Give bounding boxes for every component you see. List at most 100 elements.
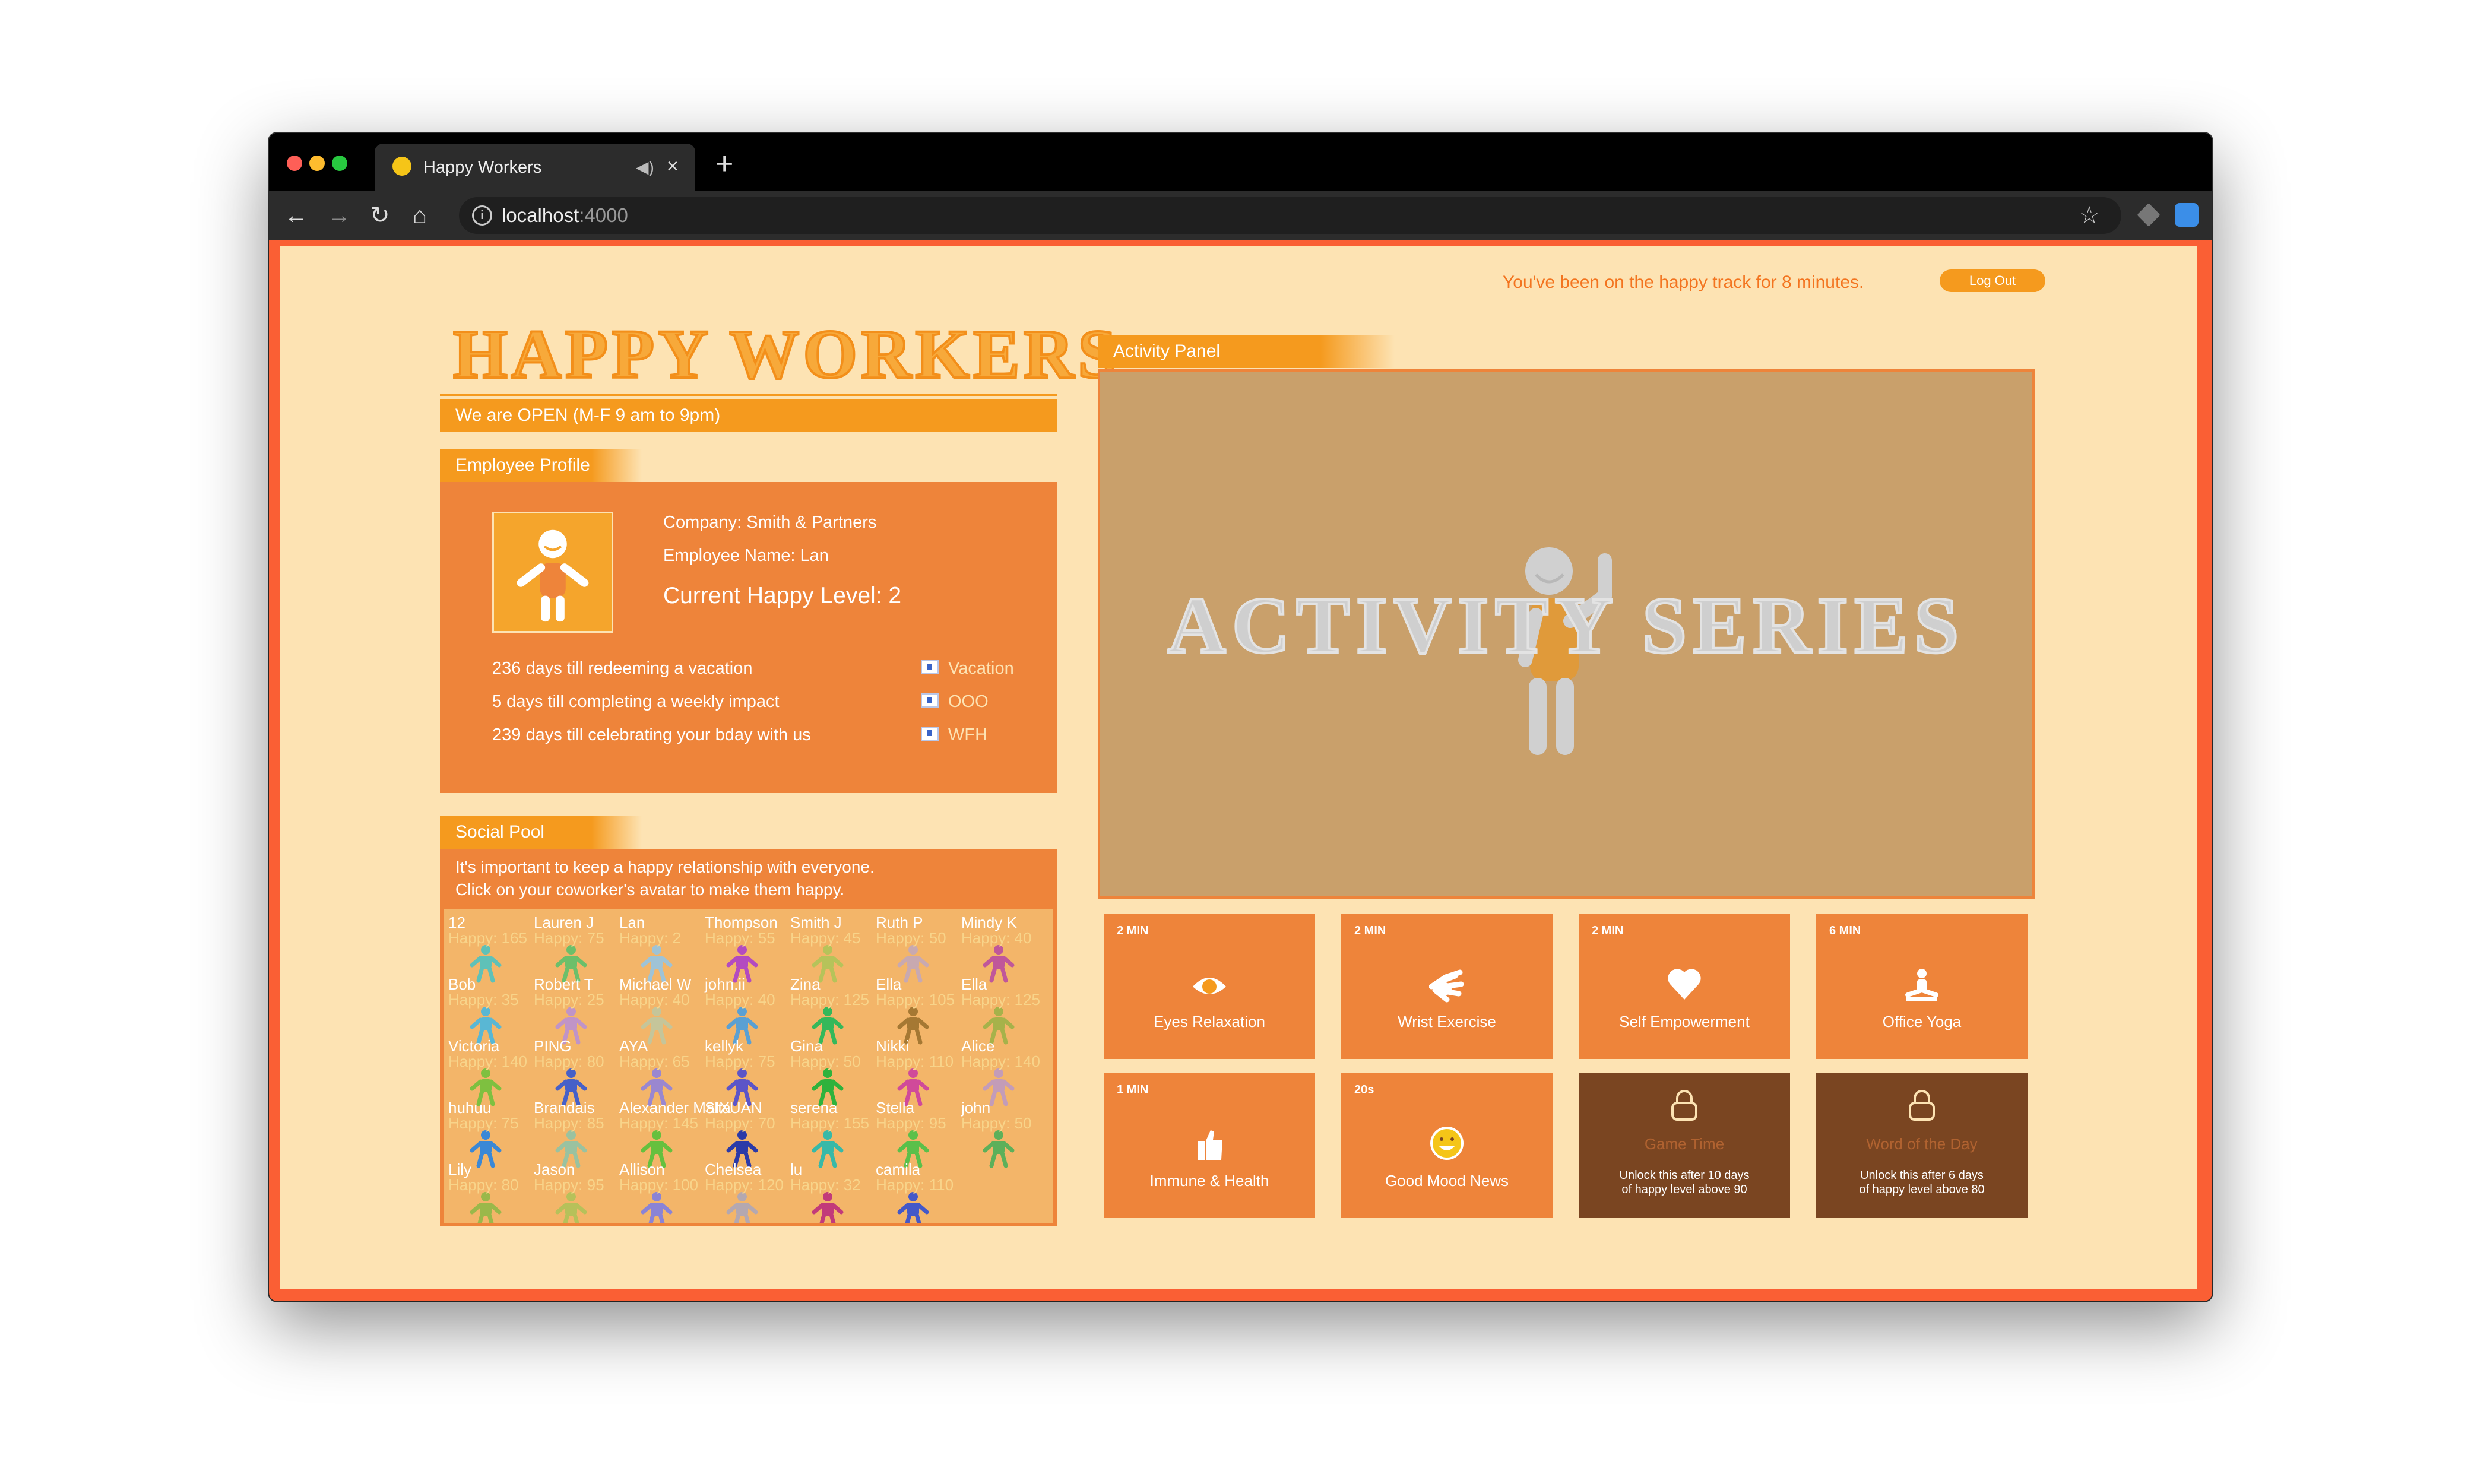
reload-icon[interactable]: ↻ xyxy=(370,201,390,230)
tile-duration: 6 MIN xyxy=(1829,924,1861,937)
coworker-name: Zina xyxy=(790,975,821,993)
coworker-happy-value: Happy: 140 xyxy=(448,1052,527,1070)
tile-game-time-locked[interactable]: Game Time Unlock this after 10 days of h… xyxy=(1579,1073,1790,1218)
wfh-link[interactable]: WFH xyxy=(921,724,987,746)
coworker-happy-value: Happy: 45 xyxy=(790,929,861,947)
coworker-happy-value: Happy: 100 xyxy=(619,1176,698,1194)
coworker-avatar[interactable]: AYA Happy: 65 xyxy=(614,1038,700,1106)
tile-self-empowerment[interactable]: 2 MIN Self Empowerment xyxy=(1579,914,1790,1059)
unlock-line-1: Unlock this after 10 days xyxy=(1619,1169,1750,1182)
coworker-name: huhuu xyxy=(448,1099,492,1117)
home-icon[interactable]: ⌂ xyxy=(413,201,427,230)
url-text[interactable]: localhost:4000 xyxy=(502,204,628,227)
site-info-icon[interactable]: i xyxy=(472,205,492,226)
coworker-avatar[interactable]: Alexander Malta Happy: 145 xyxy=(614,1099,731,1168)
coworker-avatar[interactable]: Bob Happy: 35 xyxy=(444,976,529,1045)
coworker-name: Chelsea xyxy=(705,1160,762,1178)
coworker-avatar[interactable]: kellyk Happy: 75 xyxy=(700,1038,785,1106)
coworker-avatar[interactable]: Michael W Happy: 40 xyxy=(614,976,700,1045)
activity-panel-header: Activity Panel xyxy=(1098,335,1395,368)
employee-avatar xyxy=(492,512,613,633)
tile-label: Game Time xyxy=(1644,1135,1725,1153)
coworker-avatar[interactable]: Allison Happy: 100 xyxy=(614,1161,700,1223)
coworker-avatar[interactable]: lu Happy: 32 xyxy=(785,1161,871,1223)
maximize-window-icon[interactable] xyxy=(332,156,347,171)
tab-close-icon[interactable]: × xyxy=(667,154,679,178)
coworker-happy-value: Happy: 50 xyxy=(790,1052,861,1070)
ooo-link[interactable]: OOO xyxy=(921,691,989,712)
coworker-avatar[interactable]: Thompson Happy: 55 xyxy=(700,914,785,983)
forward-icon[interactable]: → xyxy=(327,201,351,230)
coworker-avatar[interactable]: Smith J Happy: 45 xyxy=(785,914,871,983)
coworker-avatar[interactable]: Lan Happy: 2 xyxy=(614,914,700,983)
coworker-avatar[interactable]: SIXUAN Happy: 70 xyxy=(700,1099,785,1168)
unlock-line-2: of happy level above 90 xyxy=(1621,1183,1747,1196)
new-tab-button[interactable]: + xyxy=(715,148,733,179)
coworker-avatar[interactable]: Victoria Happy: 140 xyxy=(444,1038,529,1106)
tile-eyes-relaxation[interactable]: 2 MIN Eyes Relaxation xyxy=(1104,914,1315,1059)
coworker-avatar[interactable]: Ella Happy: 125 xyxy=(956,976,1042,1045)
tile-duration: 2 MIN xyxy=(1354,924,1386,937)
coworker-name: Mindy K xyxy=(961,914,1017,931)
coworker-name: Robert T xyxy=(534,975,594,993)
vacation-link-label: Vacation xyxy=(948,659,1014,678)
minimize-window-icon[interactable] xyxy=(309,156,325,171)
tile-label: Immune & Health xyxy=(1149,1172,1269,1190)
coworker-name: PING xyxy=(534,1037,572,1055)
coworker-avatar[interactable]: PING Happy: 80 xyxy=(529,1037,614,1106)
coworker-name: Ruth P xyxy=(876,914,923,931)
coworker-happy-value: Happy: 165 xyxy=(448,929,527,947)
coworker-avatar[interactable]: Mindy K Happy: 40 xyxy=(956,914,1042,983)
activity-series-banner: ACTIVITY SERIES xyxy=(1167,580,1965,671)
tile-office-yoga[interactable]: 6 MIN Office Yoga xyxy=(1816,914,2028,1059)
bookmark-star-icon[interactable]: ☆ xyxy=(2079,201,2100,230)
coworker-avatar[interactable]: Jason Happy: 95 xyxy=(529,1161,614,1223)
coworker-avatar[interactable]: Alice Happy: 140 xyxy=(956,1038,1042,1106)
back-icon[interactable]: ← xyxy=(284,201,308,230)
browser-tab[interactable]: Happy Workers ◀) × xyxy=(375,144,695,191)
coworker-name: Gina xyxy=(790,1037,823,1055)
tile-label: Self Empowerment xyxy=(1619,1013,1750,1030)
coworker-name: 12 xyxy=(448,914,465,931)
coworker-avatar[interactable]: Robert T Happy: 25 xyxy=(529,975,614,1045)
close-window-icon[interactable] xyxy=(287,156,302,171)
coworker-happy-value: Happy: 65 xyxy=(619,1052,690,1070)
coworker-happy-value: Happy: 95 xyxy=(876,1114,946,1132)
coworker-avatar[interactable]: 12 Happy: 165 xyxy=(444,914,529,983)
tile-word-of-the-day-locked[interactable]: Word of the Day Unlock this after 6 days… xyxy=(1816,1073,2028,1218)
coworker-avatar[interactable]: Ruth P Happy: 50 xyxy=(871,914,956,983)
coworker-avatar[interactable]: Nikki Happy: 110 xyxy=(871,1038,956,1106)
coworker-avatar[interactable]: Lily Happy: 80 xyxy=(444,1161,529,1223)
coworker-avatar[interactable]: Zina Happy: 125 xyxy=(785,975,871,1045)
drive-extension-icon[interactable] xyxy=(2137,203,2161,227)
vacation-link[interactable]: Vacation xyxy=(921,658,1014,679)
coworker-avatar[interactable]: Chelsea Happy: 120 xyxy=(700,1161,785,1223)
coworker-happy-value: Happy: 120 xyxy=(705,1176,784,1194)
tile-wrist-exercise[interactable]: 2 MIN Wrist Exercise xyxy=(1341,914,1553,1059)
coworker-avatar[interactable]: huhuu Happy: 75 xyxy=(444,1099,529,1168)
coworker-avatar[interactable]: Ella Happy: 105 xyxy=(871,976,956,1045)
tile-good-mood-news[interactable]: 20s Good Mood News xyxy=(1341,1073,1553,1218)
coworker-avatar[interactable]: john Happy: 50 xyxy=(956,1099,1042,1168)
coworker-avatar[interactable]: Gina Happy: 50 xyxy=(785,1037,871,1106)
coworker-avatar[interactable]: Lauren J Happy: 75 xyxy=(529,914,614,983)
page-viewport: You've been on the happy track for 8 min… xyxy=(269,240,2212,1301)
speaker-icon[interactable]: ◀) xyxy=(636,157,654,178)
coworker-avatar[interactable]: serena Happy: 155 xyxy=(785,1099,871,1168)
address-bar[interactable]: i localhost:4000 ☆ xyxy=(459,197,2121,234)
coworker-figure-icon xyxy=(812,1192,844,1223)
page: You've been on the happy track for 8 min… xyxy=(280,246,2197,1289)
coworker-avatar[interactable]: john.ii Happy: 40 xyxy=(700,976,785,1045)
coupon-icon xyxy=(921,727,939,741)
tile-immune-health[interactable]: 1 MIN Immune & Health xyxy=(1104,1073,1315,1218)
coworker-figure-icon xyxy=(641,1192,673,1223)
coworker-avatar[interactable]: Stella Happy: 95 xyxy=(871,1099,956,1168)
coworker-avatar[interactable]: Brandais Happy: 85 xyxy=(529,1099,614,1168)
coworker-happy-value: Happy: 155 xyxy=(790,1114,869,1132)
social-pool-intro: It's important to keep a happy relations… xyxy=(455,856,875,901)
coworker-figure-icon xyxy=(470,1192,502,1223)
translate-extension-icon[interactable] xyxy=(2175,203,2199,227)
coworker-avatar[interactable]: camila Happy: 110 xyxy=(871,1161,956,1223)
coworker-name: Lan xyxy=(619,914,645,931)
logout-button[interactable]: Log Out xyxy=(1940,269,2045,292)
